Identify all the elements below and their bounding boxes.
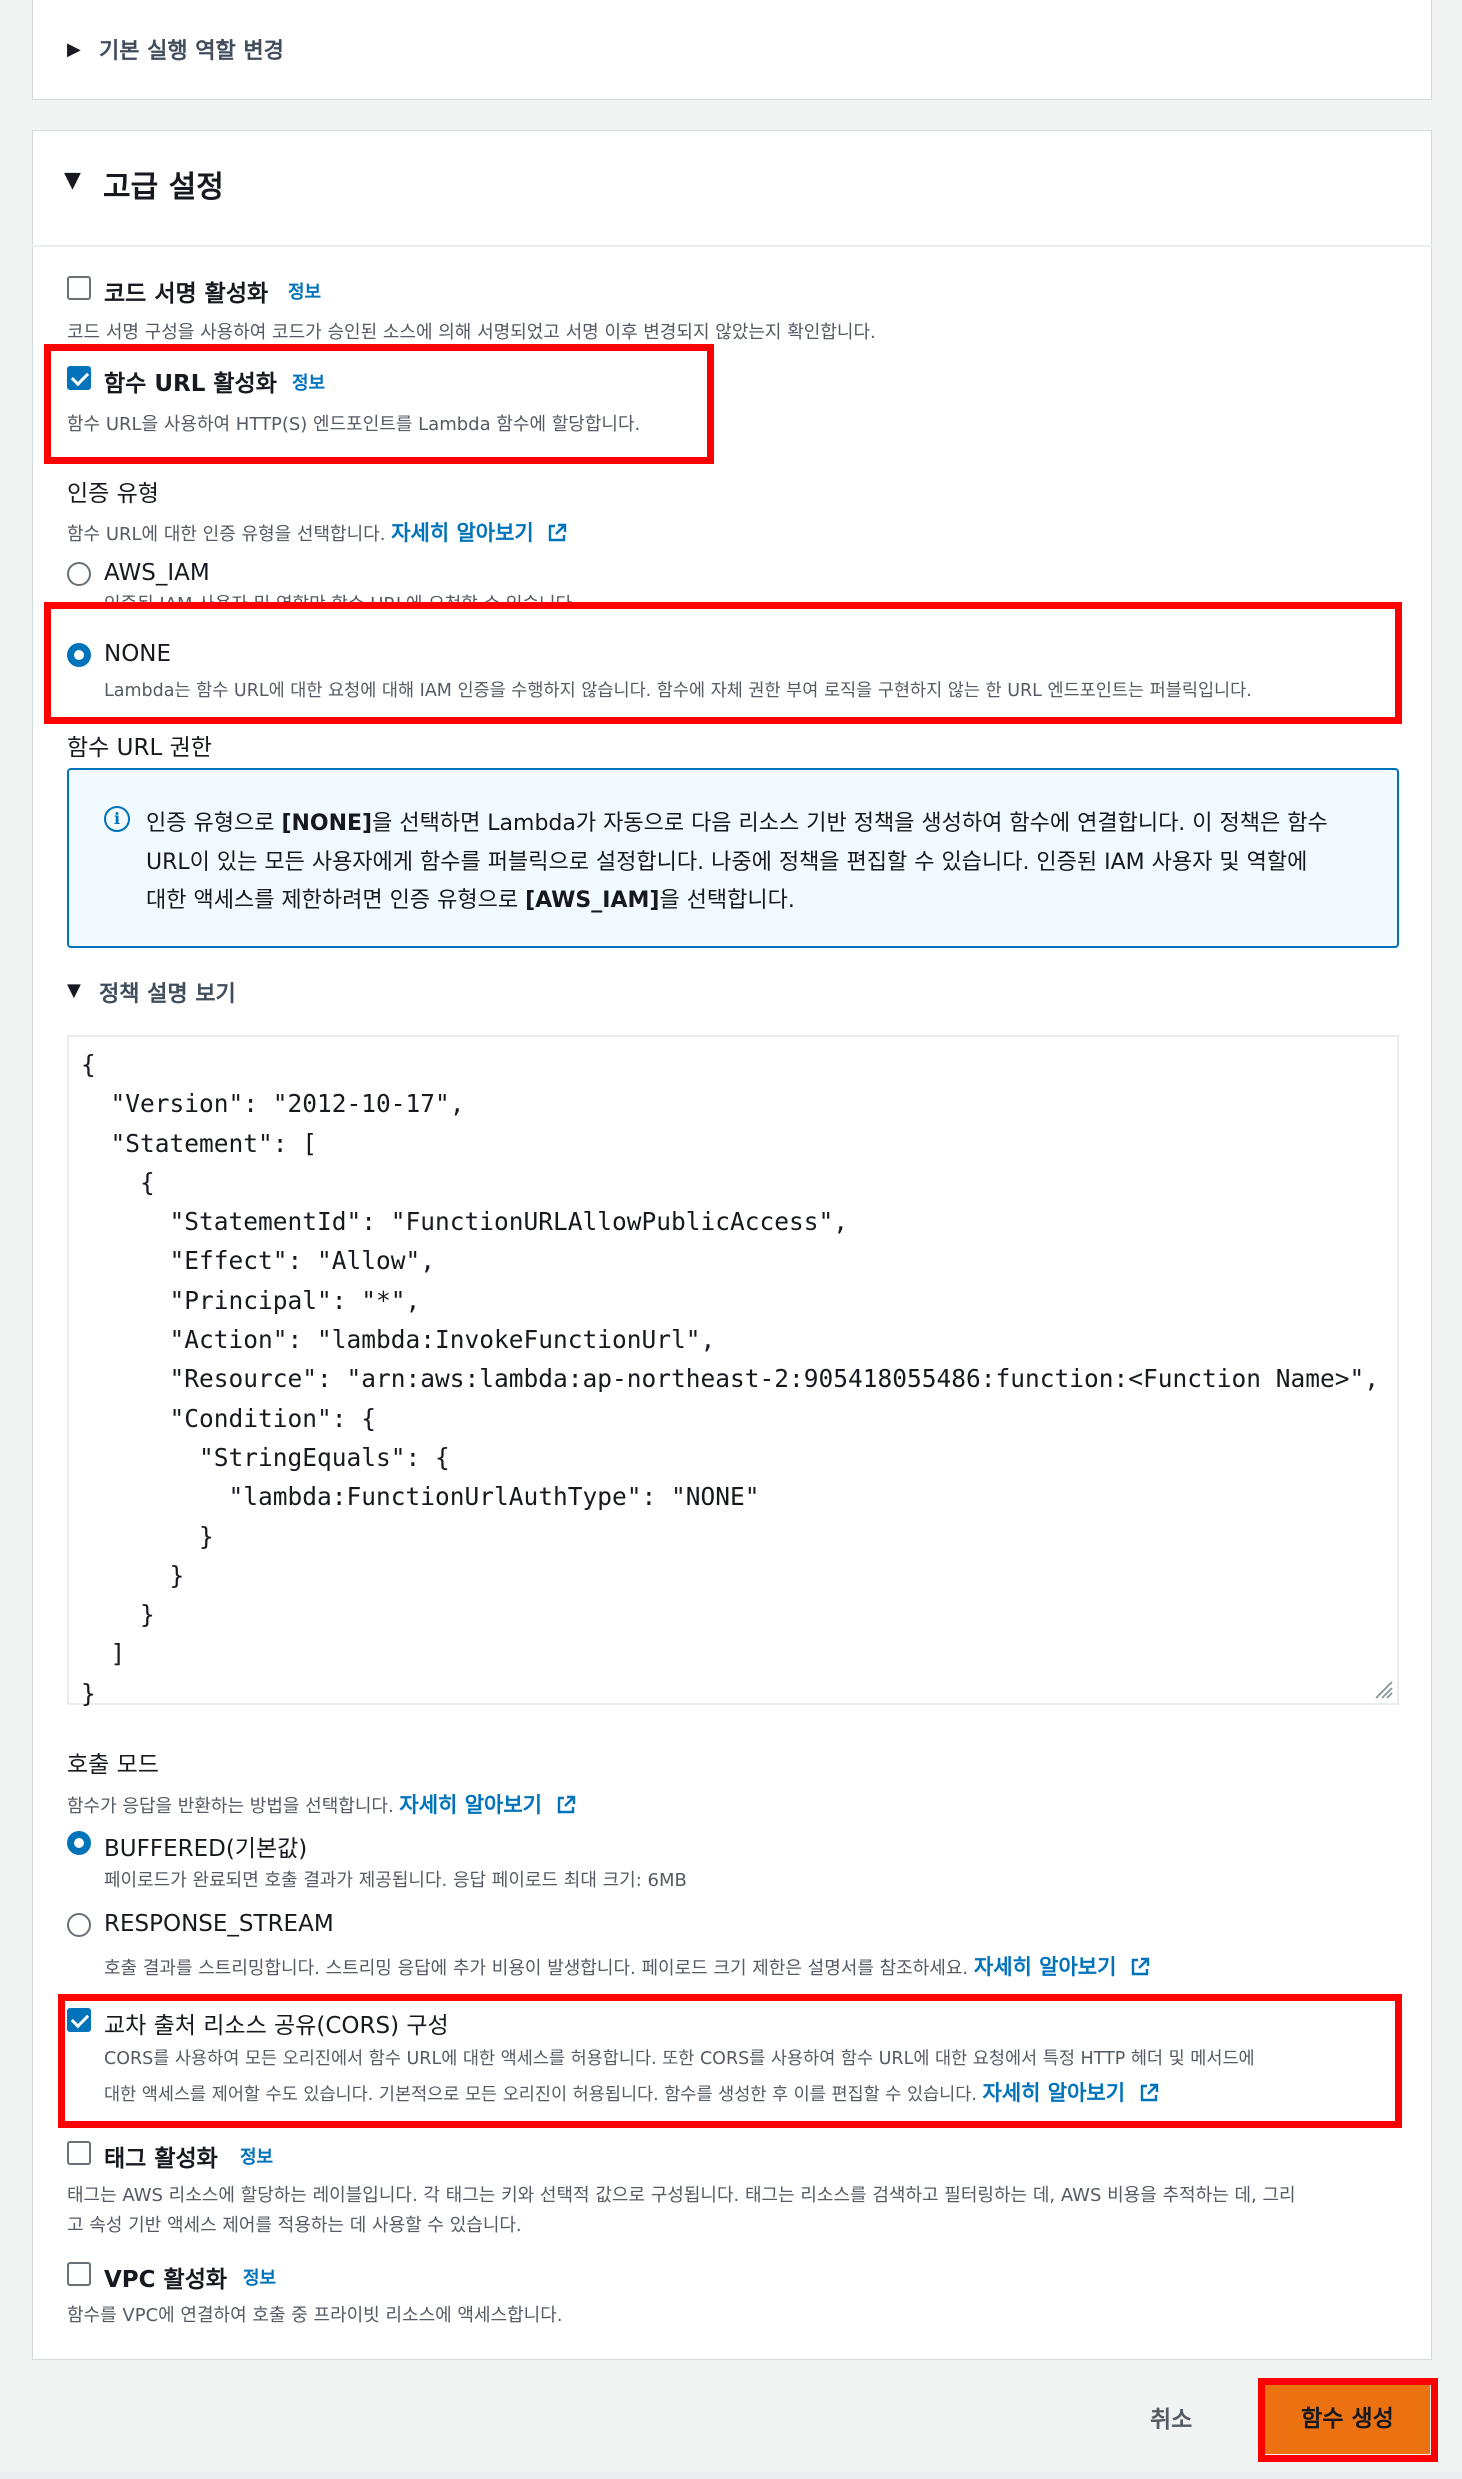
url-permissions-title: 함수 URL 권한 [67, 735, 212, 761]
caret-down-icon[interactable]: ▼ [64, 168, 81, 193]
caret-right-icon[interactable]: ▶ [67, 39, 81, 60]
invoke-mode-desc: 함수가 응답을 반환하는 방법을 선택합니다. 자세히 알아보기 [67, 1789, 576, 1819]
highlight-cors [58, 1994, 1402, 2128]
alert-line-1: 인증 유형으로 [NONE]을 선택하면 Lambda가 자동으로 다음 리소스… [146, 811, 1328, 836]
invoke-stream-desc: 호출 결과를 스트리밍합니다. 스트리밍 응답에 추가 비용이 발생합니다. 페… [104, 1951, 1150, 1981]
invoke-buffered-radio[interactable] [67, 1831, 91, 1855]
vpc-info-link[interactable]: 정보 [243, 2264, 276, 2290]
auth-aws-iam-label: AWS_IAM [104, 560, 210, 586]
external-link-icon[interactable] [547, 523, 567, 543]
tags-checkbox[interactable] [67, 2141, 91, 2165]
basic-role-toggle[interactable]: 기본 실행 역할 변경 [99, 33, 284, 65]
auth-type-title: 인증 유형 [67, 481, 159, 507]
alert-line-2: URL이 있는 모든 사용자에게 함수를 퍼블릭으로 설정합니다. 나중에 정책… [146, 850, 1308, 875]
auth-type-learn-more-link[interactable]: 자세히 알아보기 [391, 521, 534, 545]
policy-caret-down-icon[interactable]: ▼ [67, 980, 81, 1001]
vpc-checkbox[interactable] [67, 2262, 91, 2286]
cancel-button[interactable]: 취소 [1150, 2400, 1192, 2434]
policy-toggle[interactable]: 정책 설명 보기 [99, 976, 236, 1008]
tags-label: 태그 활성화 [104, 2146, 218, 2172]
invoke-buffered-desc: 페이로드가 완료되면 호출 결과가 제공됩니다. 응답 페이로드 최대 크기: … [104, 1870, 687, 1891]
policy-json-text: { "Version": "2012-10-17", "Statement": … [81, 1050, 1380, 1708]
code-signing-info-link[interactable]: 정보 [288, 278, 321, 304]
highlight-create-button [1258, 2378, 1438, 2462]
divider [32, 245, 1432, 247]
bottom-border [0, 2472, 1462, 2479]
invoke-stream-learn-more-link[interactable]: 자세히 알아보기 [974, 1955, 1117, 1979]
vpc-desc: 함수를 VPC에 연결하여 호출 중 프라이빗 리소스에 액세스합니다. [67, 2305, 563, 2326]
invoke-mode-learn-more-link[interactable]: 자세히 알아보기 [399, 1793, 542, 1817]
alert-line-3: 대한 액세스를 제한하려면 인증 유형으로 [AWS_IAM]을 선택합니다. [146, 888, 795, 913]
code-signing-checkbox[interactable] [67, 276, 91, 300]
advanced-settings-title[interactable]: 고급 설정 [103, 162, 224, 206]
highlight-auth-none [44, 602, 1402, 724]
external-link-icon[interactable] [1130, 1957, 1150, 1977]
invoke-buffered-label: BUFFERED(기본값) [104, 1836, 308, 1862]
invoke-stream-radio[interactable] [67, 1913, 91, 1937]
tags-info-link[interactable]: 정보 [240, 2143, 273, 2169]
highlight-function-url [44, 344, 714, 464]
tags-desc-2: 고 속성 기반 액세스 제어를 적용하는 데 사용할 수 있습니다. [67, 2215, 522, 2236]
tags-desc-1: 태그는 AWS 리소스에 할당하는 레이블입니다. 각 태그는 키와 선택적 값… [67, 2185, 1296, 2206]
info-icon: i [104, 806, 130, 832]
policy-json-textarea[interactable]: { "Version": "2012-10-17", "Statement": … [67, 1035, 1399, 1708]
auth-aws-iam-radio[interactable] [67, 562, 91, 586]
external-link-icon[interactable] [556, 1795, 576, 1815]
auth-type-desc: 함수 URL에 대한 인증 유형을 선택합니다. 자세히 알아보기 [67, 517, 567, 547]
resize-handle-icon[interactable] [1371, 1677, 1393, 1699]
invoke-mode-title: 호출 모드 [67, 1752, 159, 1778]
invoke-stream-label: RESPONSE_STREAM [104, 1911, 334, 1937]
code-signing-desc: 코드 서명 구성을 사용하여 코드가 승인된 소스에 의해 서명되었고 서명 이… [67, 322, 876, 343]
vpc-label: VPC 활성화 [104, 2267, 228, 2293]
code-signing-label: 코드 서명 활성화 [104, 281, 269, 307]
